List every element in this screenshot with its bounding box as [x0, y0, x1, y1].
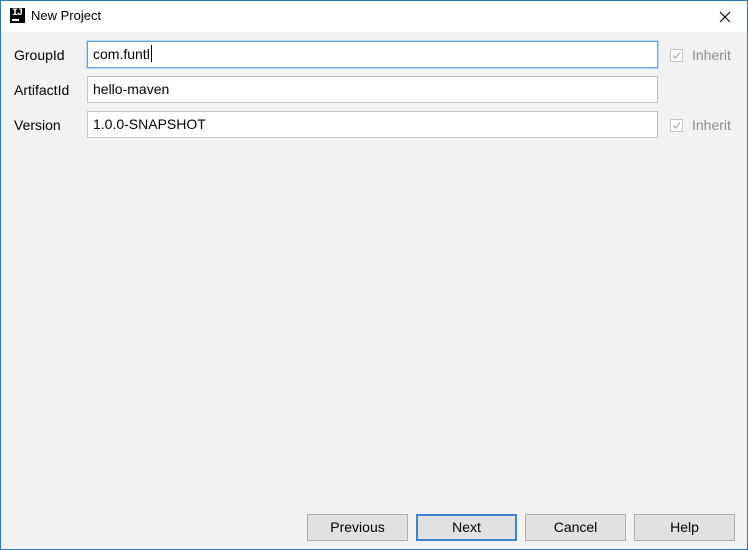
- group-id-value: com.funtl: [93, 46, 150, 62]
- title-bar[interactable]: IJ New Project: [1, 1, 747, 32]
- group-id-inherit-checkbox[interactable]: Inherit: [670, 46, 731, 64]
- next-button[interactable]: Next: [416, 514, 517, 541]
- artifact-id-field[interactable]: hello-maven: [87, 76, 658, 103]
- cancel-button[interactable]: Cancel: [525, 514, 626, 541]
- intellij-idea-icon: IJ: [10, 8, 25, 23]
- version-value: 1.0.0-SNAPSHOT: [93, 116, 206, 132]
- group-id-inherit-label: Inherit: [692, 47, 731, 63]
- artifact-id-value: hello-maven: [93, 81, 170, 97]
- group-id-field[interactable]: com.funtl: [87, 41, 658, 68]
- version-inherit-checkbox[interactable]: Inherit: [670, 116, 731, 134]
- version-field[interactable]: 1.0.0-SNAPSHOT: [87, 111, 658, 138]
- inherit-checkbox-box: [670, 118, 683, 132]
- close-button[interactable]: [703, 1, 747, 32]
- group-id-label: GroupId: [14, 47, 65, 63]
- inherit-checkbox-box: [670, 48, 683, 62]
- previous-button[interactable]: Previous: [307, 514, 408, 541]
- version-inherit-label: Inherit: [692, 117, 731, 133]
- close-icon: [719, 11, 731, 22]
- text-caret: [150, 45, 152, 62]
- artifact-id-label: ArtifactId: [14, 82, 70, 98]
- help-button[interactable]: Help: [634, 514, 735, 541]
- checkmark-icon: [672, 121, 681, 129]
- window-title: New Project: [31, 8, 102, 23]
- checkmark-icon: [672, 51, 681, 59]
- new-project-dialog: IJ New Project GroupId com.funtl Inherit…: [0, 0, 748, 550]
- version-label: Version: [14, 117, 61, 133]
